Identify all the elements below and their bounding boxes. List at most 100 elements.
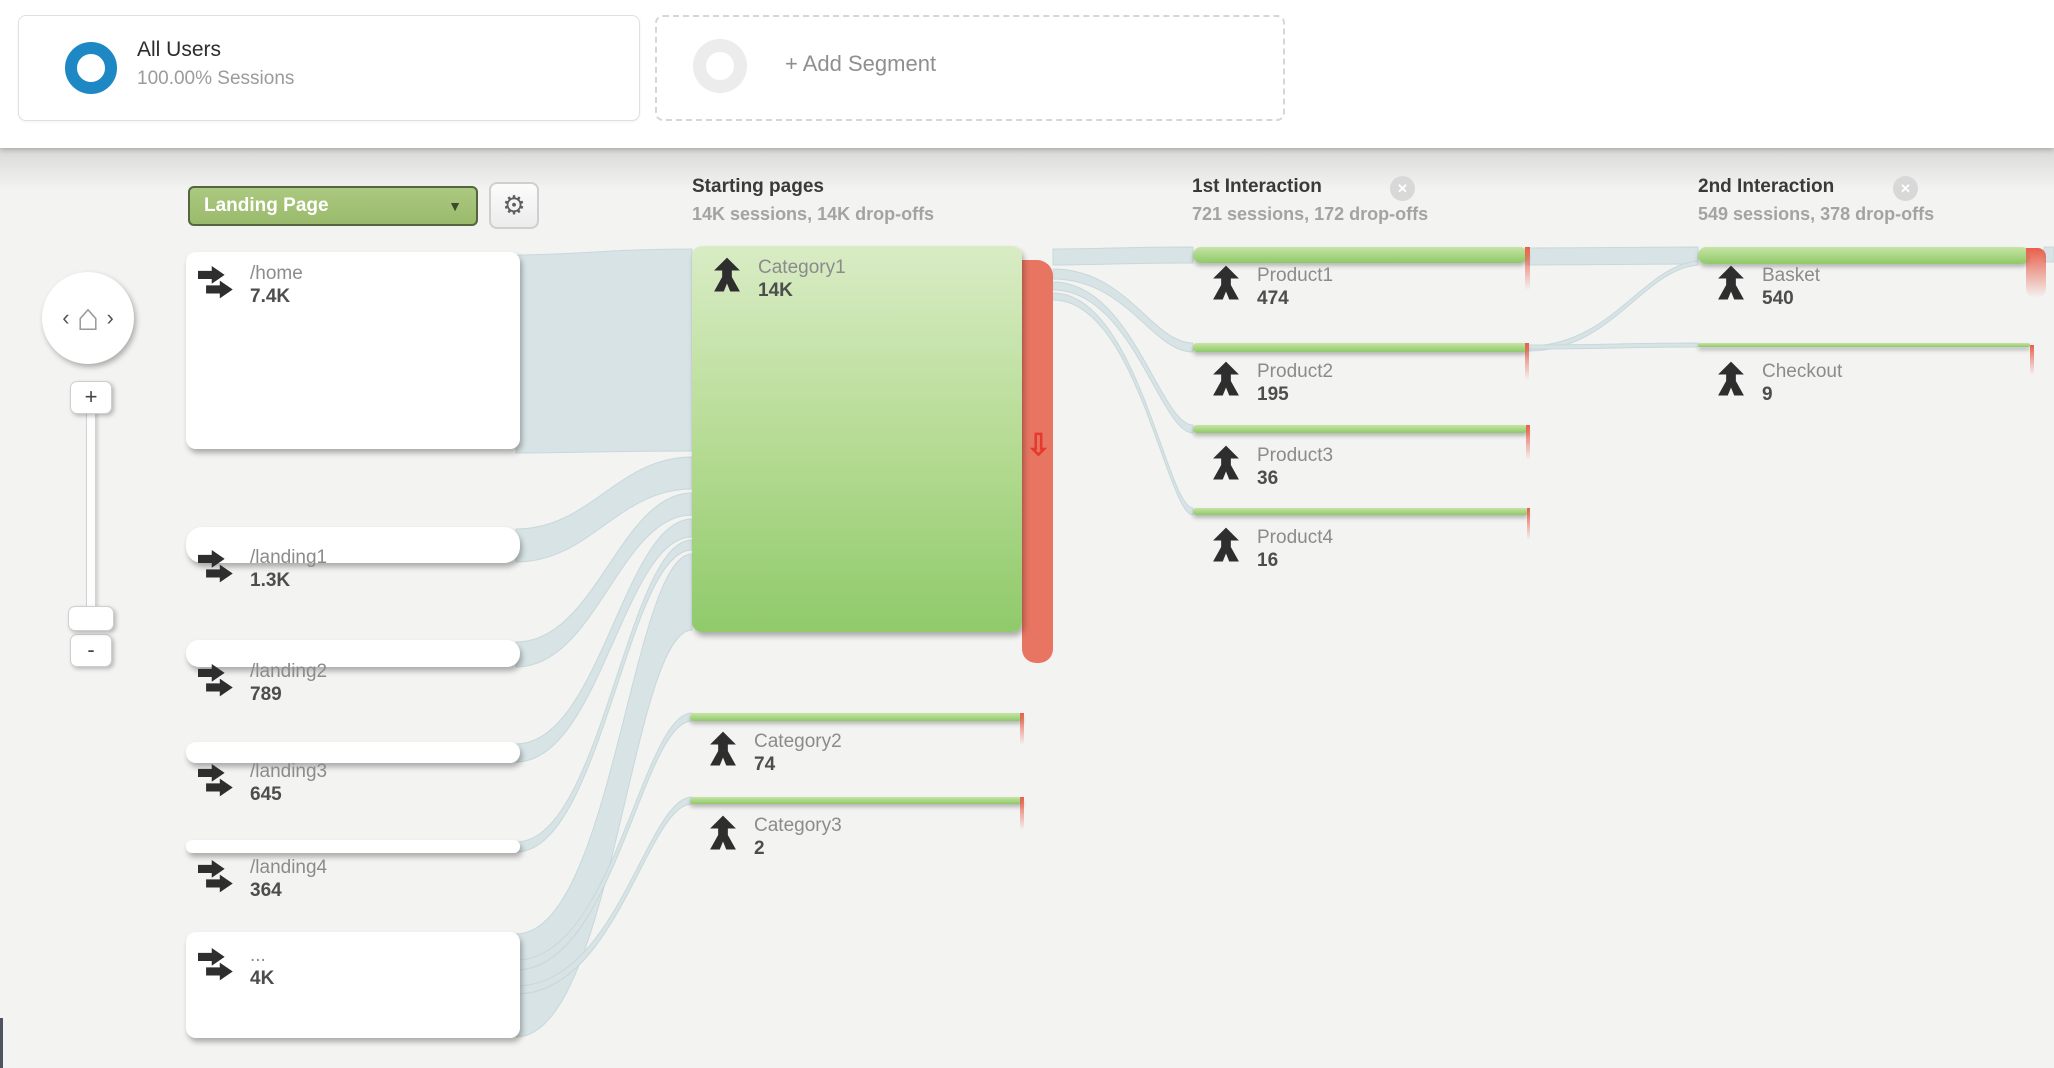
node-value: 74: [754, 753, 842, 777]
drop-off-sliver: [1020, 797, 1024, 830]
node-label-rest: ...4K: [198, 944, 274, 991]
home-icon[interactable]: ⌂: [77, 303, 100, 333]
node-name: Product2: [1257, 360, 1333, 383]
merge-arrow-icon: [1710, 264, 1752, 306]
drop-off-sliver: [1525, 343, 1529, 380]
node-value: 645: [250, 783, 327, 807]
node-name: /landing3: [250, 760, 327, 783]
caret-down-icon: ▼: [448, 188, 462, 224]
node-value: 9: [1762, 383, 1842, 407]
add-segment-label: + Add Segment: [785, 51, 936, 77]
node-name: Category2: [754, 730, 842, 753]
node-label-category2: Category274: [702, 730, 842, 777]
flow-node-product3[interactable]: [1193, 425, 1528, 433]
users-flow-report: All Users 100.00% Sessions + Add Segment: [0, 0, 2054, 1068]
merge-arrow-icon: [702, 730, 744, 772]
node-label-basket: Basket540: [1710, 264, 1820, 311]
zoom-in-button[interactable]: +: [70, 381, 112, 414]
node-label-landing1: /landing11.3K: [198, 546, 327, 593]
node-value: 789: [250, 683, 327, 707]
landing-arrows-icon: [198, 262, 240, 304]
merge-arrow-icon: [1205, 360, 1247, 402]
flow-node-category2[interactable]: [690, 713, 1023, 721]
node-label-landing2: /landing2789: [198, 660, 327, 707]
node-name: Product1: [1257, 264, 1333, 287]
close-icon: ✕: [1397, 181, 1408, 196]
node-label-home: /home7.4K: [198, 262, 303, 309]
node-value: 474: [1257, 287, 1333, 311]
node-name: /landing4: [250, 856, 327, 879]
flow-node-category1[interactable]: [692, 246, 1022, 632]
dimension-dropdown[interactable]: Landing Page ▼: [188, 186, 478, 226]
node-name: Checkout: [1762, 360, 1842, 383]
settings-button[interactable]: ⚙: [489, 182, 539, 229]
node-label-checkout: Checkout9: [1710, 360, 1842, 407]
column-title-starting-pages: Starting pages: [692, 176, 824, 198]
zoom-slider-track[interactable]: [86, 412, 96, 612]
node-label-product4: Product416: [1205, 526, 1333, 573]
flow-node-basket[interactable]: [1698, 247, 2030, 264]
remove-column-2nd-button[interactable]: ✕: [1893, 176, 1918, 201]
flow-link: [516, 249, 692, 453]
flow-node-checkout[interactable]: [1698, 343, 2030, 347]
landing-arrows-icon: [198, 760, 240, 802]
node-label-category1: Category114K: [706, 256, 846, 303]
zoom-slider-handle[interactable]: [68, 606, 114, 631]
segment-card-all-users[interactable]: All Users 100.00% Sessions: [18, 15, 640, 121]
flow-node-product2[interactable]: [1193, 343, 1528, 352]
node-value: 1.3K: [250, 569, 327, 593]
segment-subtitle: 100.00% Sessions: [137, 68, 294, 90]
node-label-category3: Category32: [702, 814, 842, 861]
node-name: /home: [250, 262, 303, 285]
node-value: 16: [1257, 549, 1333, 573]
column-subtitle-starting-pages: 14K sessions, 14K drop-offs: [692, 204, 934, 225]
drop-off-sliver: [1525, 247, 1530, 290]
flow-node-category3[interactable]: [690, 797, 1023, 804]
flow-canvas: ‹ ⌂ › + - Landing Page ▼ ⚙ Starting page…: [0, 148, 2054, 1068]
add-segment-button[interactable]: + Add Segment: [655, 15, 1285, 121]
node-value: 4K: [250, 967, 274, 991]
flow-node-product1[interactable]: [1193, 247, 1528, 263]
flow-node-landing4[interactable]: [186, 840, 520, 853]
flow-link: [1053, 269, 1193, 352]
landing-arrows-icon: [198, 660, 240, 702]
merge-arrow-icon: [706, 256, 748, 298]
node-name: /landing1: [250, 546, 327, 569]
drop-off-sliver: [1527, 508, 1530, 540]
node-value: 7.4K: [250, 285, 303, 309]
column-title-2nd-interaction: 2nd Interaction: [1698, 176, 1834, 198]
landing-arrows-icon: [198, 944, 240, 986]
drop-off-sliver: [1020, 713, 1024, 745]
node-label-product3: Product336: [1205, 444, 1333, 491]
remove-column-1st-button[interactable]: ✕: [1390, 176, 1415, 201]
step-forward-icon[interactable]: ›: [106, 305, 113, 331]
flow-link: [1053, 247, 1193, 265]
dimension-label: Landing Page: [204, 195, 329, 216]
node-name: /landing2: [250, 660, 327, 683]
node-name: Category3: [754, 814, 842, 837]
node-value: 540: [1762, 287, 1820, 311]
close-icon: ✕: [1900, 181, 1911, 196]
column-subtitle-1st-interaction: 721 sessions, 172 drop-offs: [1192, 204, 1428, 225]
left-edge-artifact: [0, 1018, 3, 1068]
merge-arrow-icon: [1710, 360, 1752, 402]
landing-arrows-icon: [198, 856, 240, 898]
merge-arrow-icon: [702, 814, 744, 856]
node-label-product1: Product1474: [1205, 264, 1333, 311]
flow-navigator[interactable]: ‹ ⌂ ›: [42, 272, 134, 364]
merge-arrow-icon: [1205, 526, 1247, 568]
drop-off-piece-basket: [2026, 248, 2046, 298]
landing-arrows-icon: [198, 546, 240, 588]
merge-arrow-icon: [1205, 444, 1247, 486]
node-label-landing3: /landing3645: [198, 760, 327, 807]
gear-icon: ⚙: [502, 190, 525, 220]
zoom-out-button[interactable]: -: [70, 634, 112, 667]
node-label-landing4: /landing4364: [198, 856, 327, 903]
step-back-icon[interactable]: ‹: [62, 305, 69, 331]
flow-node-product4[interactable]: [1193, 508, 1528, 515]
drop-off-sliver: [1526, 425, 1530, 460]
segment-title: All Users: [137, 38, 221, 62]
node-name: ...: [250, 944, 274, 967]
node-value: 14K: [758, 279, 846, 303]
empty-segment-ring-icon: [693, 39, 747, 93]
